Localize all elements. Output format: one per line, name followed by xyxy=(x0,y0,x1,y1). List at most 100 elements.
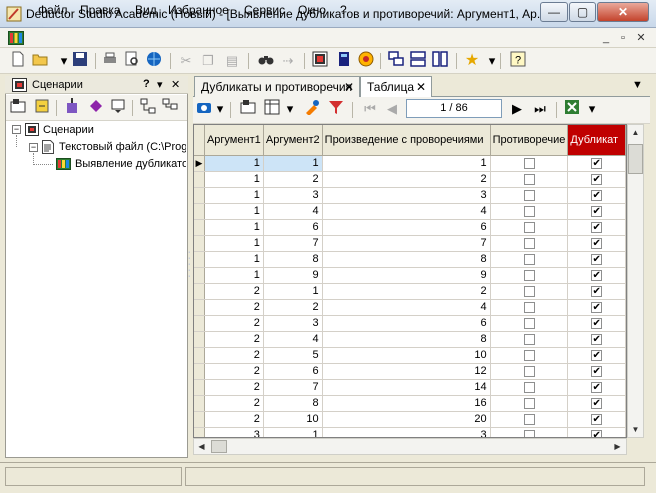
cell-argument1[interactable]: 3 xyxy=(204,427,264,437)
menu-service[interactable]: Сервис xyxy=(244,3,285,17)
columns-icon[interactable] xyxy=(262,99,282,119)
checkbox[interactable]: ✔ xyxy=(591,429,603,437)
checkbox[interactable]: ✔ xyxy=(591,301,603,313)
cut-icon[interactable]: ✂ xyxy=(176,51,196,71)
visualize-icon[interactable] xyxy=(86,98,106,118)
cell-duplicate[interactable]: ✔ xyxy=(567,299,626,316)
tab-close-icon[interactable]: ✕ xyxy=(416,80,426,94)
table-row[interactable]: 2 5 10 ✔ xyxy=(194,347,626,364)
cell-argument2[interactable]: 9 xyxy=(263,267,323,284)
cell-argument1[interactable]: 2 xyxy=(204,315,264,332)
table-row[interactable]: 2 3 6 ✔ xyxy=(194,315,626,332)
tab-duplicates[interactable]: Дубликаты и противоречия ✕ xyxy=(194,76,360,97)
table-row[interactable]: 3 1 3 ✔ xyxy=(194,427,626,437)
scenarios-panel-icon[interactable] xyxy=(310,51,330,71)
cell-contradiction[interactable] xyxy=(490,411,569,428)
tile-horizontal-icon[interactable] xyxy=(408,51,428,71)
checkbox[interactable]: ✔ xyxy=(591,365,603,377)
prev-page-icon[interactable]: ◀ xyxy=(382,99,402,119)
export-icon[interactable] xyxy=(108,98,128,118)
help-icon[interactable]: ? xyxy=(508,51,528,71)
row-indicator[interactable] xyxy=(194,427,205,437)
table-row[interactable]: 2 6 12 ✔ xyxy=(194,363,626,380)
row-indicator[interactable] xyxy=(194,203,205,220)
cell-product[interactable]: 3 xyxy=(322,427,491,437)
cell-argument2[interactable]: 6 xyxy=(263,219,323,236)
cell-argument2[interactable]: 2 xyxy=(263,171,323,188)
cell-argument1[interactable]: 1 xyxy=(204,203,264,220)
row-indicator[interactable] xyxy=(194,251,205,268)
checkbox[interactable]: ✔ xyxy=(591,285,603,297)
copy-icon[interactable]: ❐ xyxy=(198,51,218,71)
checkbox[interactable]: ✔ xyxy=(591,413,603,425)
new-file-icon[interactable] xyxy=(8,51,28,71)
cell-contradiction[interactable] xyxy=(490,379,569,396)
cell-argument1[interactable]: 1 xyxy=(204,187,264,204)
mdi-minimize-button[interactable]: _ xyxy=(598,31,614,45)
checkbox[interactable] xyxy=(523,205,535,217)
row-indicator[interactable] xyxy=(194,299,205,316)
checkbox[interactable] xyxy=(523,349,535,361)
checkbox[interactable]: ✔ xyxy=(591,157,603,169)
scroll-down-button[interactable]: ▼ xyxy=(628,422,643,437)
cell-argument1[interactable]: 1 xyxy=(204,155,264,172)
cell-argument2[interactable]: 10 xyxy=(263,411,323,428)
tree-expand-icon[interactable] xyxy=(138,98,158,118)
next-page-icon[interactable]: ▶ xyxy=(507,99,527,119)
cell-contradiction[interactable] xyxy=(490,363,569,380)
cell-duplicate[interactable]: ✔ xyxy=(567,315,626,332)
checkbox[interactable] xyxy=(523,157,535,169)
cell-contradiction[interactable] xyxy=(490,203,569,220)
table-row[interactable]: 1 8 8 ✔ xyxy=(194,251,626,268)
cell-argument1[interactable]: 2 xyxy=(204,331,264,348)
row-indicator[interactable] xyxy=(194,347,205,364)
tabs-menu-icon[interactable]: ▼ xyxy=(632,79,643,91)
filter-icon[interactable] xyxy=(326,99,346,119)
tree-node-scenarios[interactable]: Сценарии xyxy=(43,124,94,136)
horizontal-scrollbar[interactable] xyxy=(193,438,627,455)
checkbox[interactable]: ✔ xyxy=(591,205,603,217)
scripts-icon[interactable] xyxy=(356,51,376,71)
menu-help[interactable]: ? xyxy=(340,3,347,17)
globe-icon[interactable] xyxy=(144,51,164,71)
cell-duplicate[interactable]: ✔ xyxy=(567,395,626,412)
cell-contradiction[interactable] xyxy=(490,299,569,316)
cell-contradiction[interactable] xyxy=(490,235,569,252)
wizard-icon[interactable] xyxy=(8,98,28,118)
paste-icon[interactable]: ▤ xyxy=(222,51,242,71)
tree-node-duplicates[interactable]: Выявление дубликатов xyxy=(75,158,186,170)
cell-product[interactable]: 2 xyxy=(322,283,491,300)
cell-duplicate[interactable]: ✔ xyxy=(567,171,626,188)
table-row[interactable]: 1 3 3 ✔ xyxy=(194,187,626,204)
row-indicator[interactable] xyxy=(194,235,205,252)
export-excel-icon[interactable] xyxy=(562,99,582,119)
row-indicator[interactable] xyxy=(194,219,205,236)
cell-duplicate[interactable]: ✔ xyxy=(567,155,626,172)
processing-icon[interactable] xyxy=(62,98,82,118)
last-page-icon[interactable]: ⏭ xyxy=(530,99,550,119)
checkbox[interactable] xyxy=(523,173,535,185)
cell-argument1[interactable]: 1 xyxy=(204,219,264,236)
print-preview-icon[interactable] xyxy=(122,51,142,71)
row-indicator[interactable] xyxy=(194,411,205,428)
cell-contradiction[interactable] xyxy=(490,283,569,300)
cell-duplicate[interactable]: ✔ xyxy=(567,331,626,348)
checkbox[interactable] xyxy=(523,253,535,265)
cell-duplicate[interactable]: ✔ xyxy=(567,363,626,380)
cell-argument1[interactable]: 2 xyxy=(204,363,264,380)
cascade-windows-icon[interactable] xyxy=(386,51,406,71)
cell-contradiction[interactable] xyxy=(490,331,569,348)
checkbox[interactable]: ✔ xyxy=(591,381,603,393)
checkbox[interactable] xyxy=(523,397,535,409)
cell-argument2[interactable]: 7 xyxy=(263,379,323,396)
cell-product[interactable]: 9 xyxy=(322,267,491,284)
tree-collapse-icon[interactable] xyxy=(160,98,180,118)
checkbox[interactable] xyxy=(523,317,535,329)
close-button[interactable]: ✕ xyxy=(597,2,649,22)
scroll-up-button[interactable]: ▲ xyxy=(628,125,643,140)
cell-contradiction[interactable] xyxy=(490,395,569,412)
binoculars-icon[interactable] xyxy=(256,51,276,71)
cell-product[interactable]: 6 xyxy=(322,315,491,332)
cell-argument2[interactable]: 7 xyxy=(263,235,323,252)
checkbox[interactable] xyxy=(523,381,535,393)
